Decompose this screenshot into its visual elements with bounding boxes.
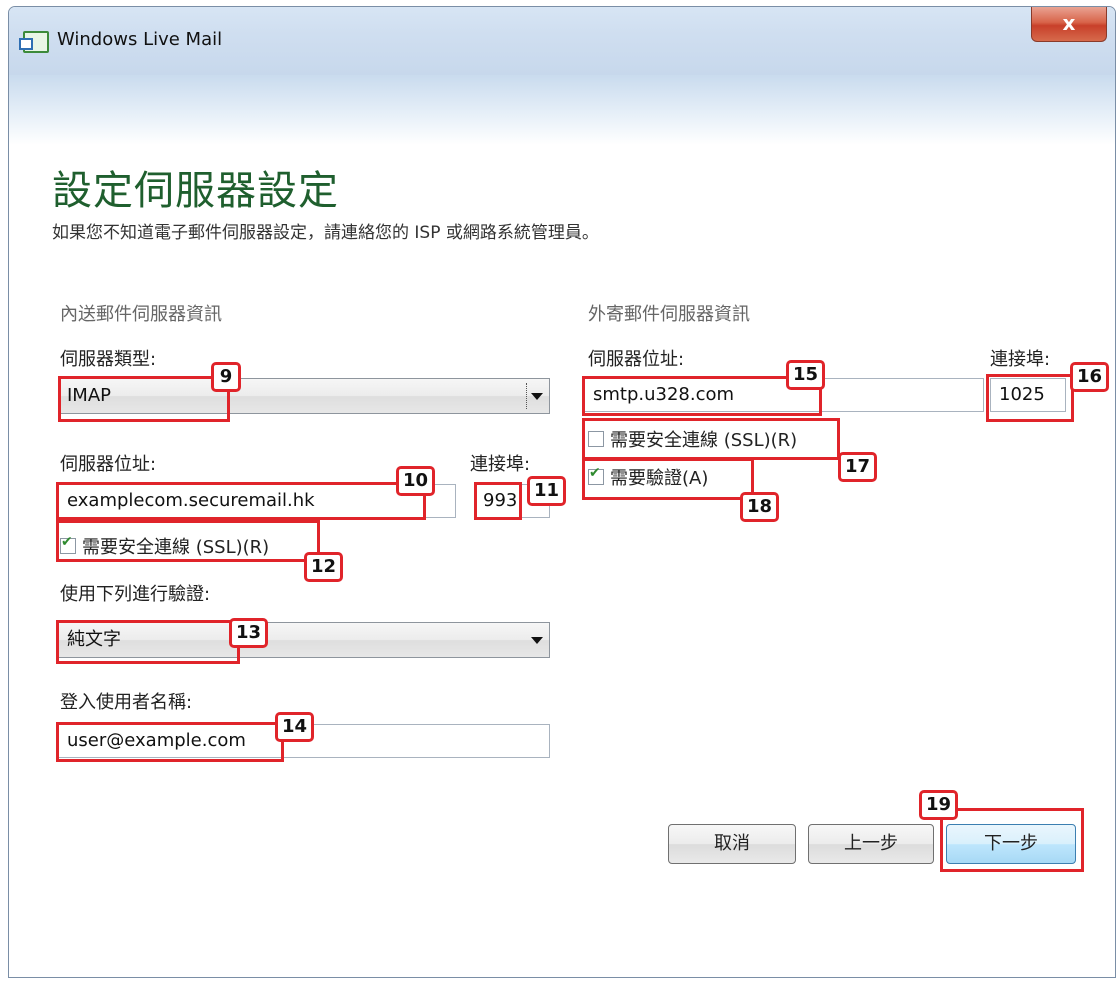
annotation-box (56, 722, 284, 762)
annotation-box (940, 808, 1084, 872)
chevron-down-icon (531, 393, 543, 400)
annotation-number: 16 (1070, 362, 1110, 392)
annotation-number: 10 (396, 466, 436, 496)
annotation-box (582, 458, 754, 500)
header-banner (9, 75, 1115, 145)
annotation-number: 14 (275, 712, 315, 742)
incoming-section-title: 內送郵件伺服器資訊 (60, 304, 222, 325)
username-label: 登入使用者名稱: (60, 692, 193, 713)
server-type-label: 伺服器類型: (60, 349, 157, 370)
outgoing-server-address-label: 伺服器位址: (588, 349, 685, 370)
select-separator (526, 383, 527, 409)
outgoing-section-title: 外寄郵件伺服器資訊 (588, 304, 750, 325)
annotation-number: 11 (527, 476, 567, 506)
annotation-number: 18 (740, 492, 780, 522)
annotation-box (58, 376, 230, 422)
annotation-number: 15 (786, 360, 826, 390)
close-button[interactable]: x (1031, 7, 1107, 42)
annotation-number: 17 (838, 452, 878, 482)
window-title: Windows Live Mail (57, 29, 223, 50)
annotation-number: 12 (304, 552, 344, 582)
title-bar: Windows Live Mail x (9, 7, 1115, 75)
auth-method-label: 使用下列進行驗證: (60, 584, 211, 605)
annotation-number: 9 (211, 362, 241, 392)
annotation-box (582, 418, 840, 460)
outgoing-port-label: 連接埠: (990, 349, 1051, 370)
annotation-number: 13 (229, 618, 269, 648)
annotation-box (56, 520, 320, 562)
page-subtitle: 如果您不知道電子郵件伺服器設定，請連絡您的 ISP 或網路系統管理員。 (52, 223, 599, 243)
annotation-number: 19 (919, 790, 959, 820)
annotation-box (986, 374, 1074, 422)
annotation-box (56, 482, 426, 520)
page-title: 設定伺服器設定 (52, 168, 339, 214)
incoming-server-address-label: 伺服器位址: (60, 454, 157, 475)
cancel-button[interactable]: 取消 (668, 824, 796, 864)
back-button[interactable]: 上一步 (808, 824, 934, 864)
windows-live-mail-icon (19, 31, 49, 53)
incoming-port-label: 連接埠: (470, 454, 531, 475)
chevron-down-icon (531, 637, 543, 644)
annotation-box (474, 482, 522, 520)
annotation-box (56, 620, 240, 664)
